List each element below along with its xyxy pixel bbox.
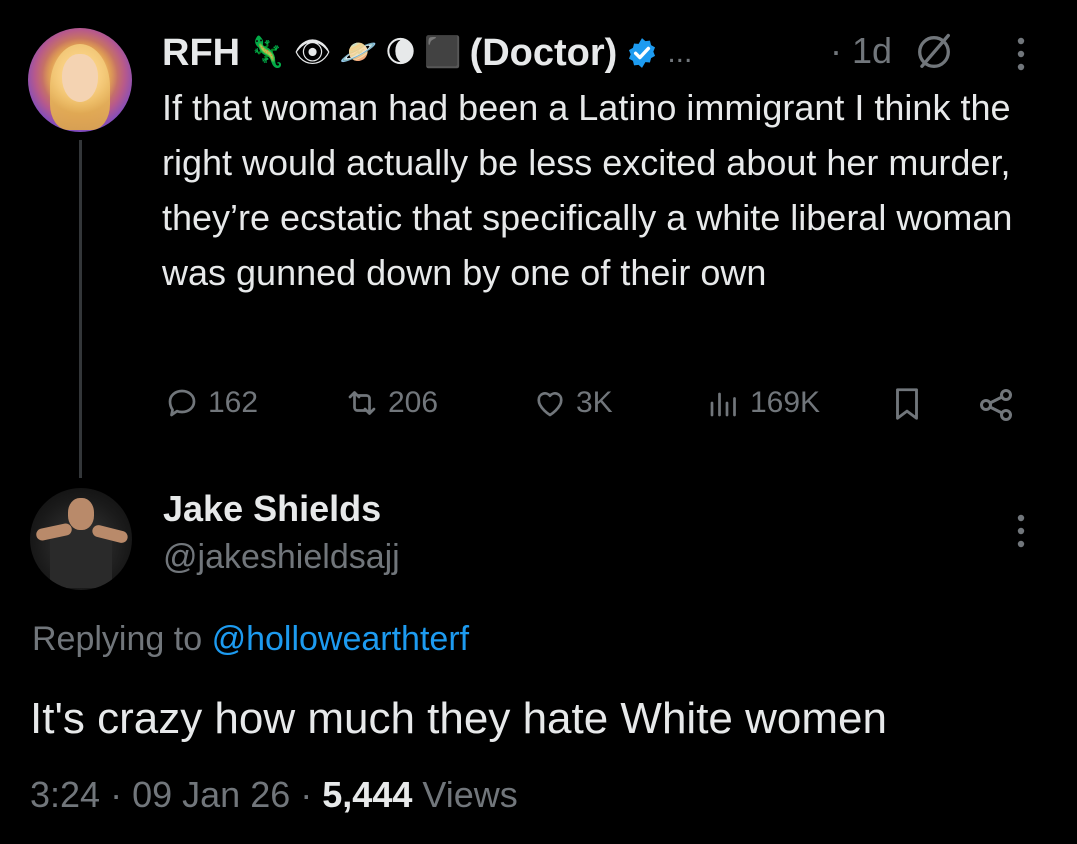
parent-tweet-text: If that woman had been a Latino immigran… xyxy=(162,87,1013,293)
eye-emoji: 👁 xyxy=(293,36,332,69)
reply-count: 162 xyxy=(208,386,259,419)
analytics-icon xyxy=(710,392,736,417)
author-name[interactable]: RFH xyxy=(162,32,240,75)
reply-time[interactable]: 3:24 xyxy=(30,774,100,815)
avatar-jake-shields[interactable] xyxy=(30,488,132,590)
reply-meta: 3:24 · 09 Jan 26 · 5,444 Views xyxy=(30,774,518,816)
heart-icon xyxy=(537,392,563,417)
reply-icon xyxy=(168,389,196,417)
avatar-face xyxy=(62,54,98,102)
share-icon[interactable] xyxy=(976,385,1016,425)
bookmark-icon[interactable] xyxy=(888,385,926,423)
reply-tweet-text: It's crazy how much they hate White wome… xyxy=(30,694,887,743)
parent-timestamp[interactable]: · 1d xyxy=(830,30,892,72)
meta-separator: · xyxy=(110,774,123,815)
like-count: 3K xyxy=(576,386,613,419)
moon-emoji: 🌘 xyxy=(384,36,417,69)
reply-button[interactable]: 162 xyxy=(164,378,258,428)
planet-emoji: 🪐 xyxy=(339,36,377,69)
reply-author-name[interactable]: Jake Shields xyxy=(163,488,381,530)
like-button[interactable]: 3K xyxy=(532,378,613,428)
meta-separator: · xyxy=(300,774,313,815)
verified-badge-icon[interactable] xyxy=(625,36,659,70)
name-truncation: ... xyxy=(667,36,693,69)
reply-views-count: 5,444 xyxy=(322,774,413,815)
lizard-emoji: 🦎 xyxy=(248,36,286,69)
grok-icon[interactable] xyxy=(912,30,956,74)
reply-author-handle[interactable]: @jakeshieldsajj xyxy=(163,538,400,577)
parent-tweet-header: RFH 🦎 👁 🪐 🌘 ⬛ (Doctor) ... xyxy=(162,26,692,80)
repost-count: 206 xyxy=(388,386,439,419)
repost-button[interactable]: 206 xyxy=(344,378,438,428)
black-square-emoji: ⬛ xyxy=(424,36,462,69)
replying-to-line: Replying to @hollowearthterf xyxy=(32,620,469,659)
repost-icon xyxy=(348,391,376,415)
thread-line xyxy=(79,140,82,478)
views-count: 169K xyxy=(750,386,821,419)
reply-more-options-icon[interactable] xyxy=(1015,513,1027,549)
reply-date[interactable]: 09 Jan 26 xyxy=(132,774,290,815)
author-title[interactable]: (Doctor) xyxy=(470,32,618,75)
replying-prefix: Replying to xyxy=(32,620,203,658)
more-options-icon[interactable] xyxy=(1015,36,1027,72)
avatar-rfh[interactable] xyxy=(28,28,132,132)
reply-views-label: Views xyxy=(422,774,518,815)
views-button[interactable]: 169K xyxy=(706,378,820,428)
replying-to-link[interactable]: @hollowearthterf xyxy=(212,620,470,658)
avatar-head xyxy=(68,498,94,530)
